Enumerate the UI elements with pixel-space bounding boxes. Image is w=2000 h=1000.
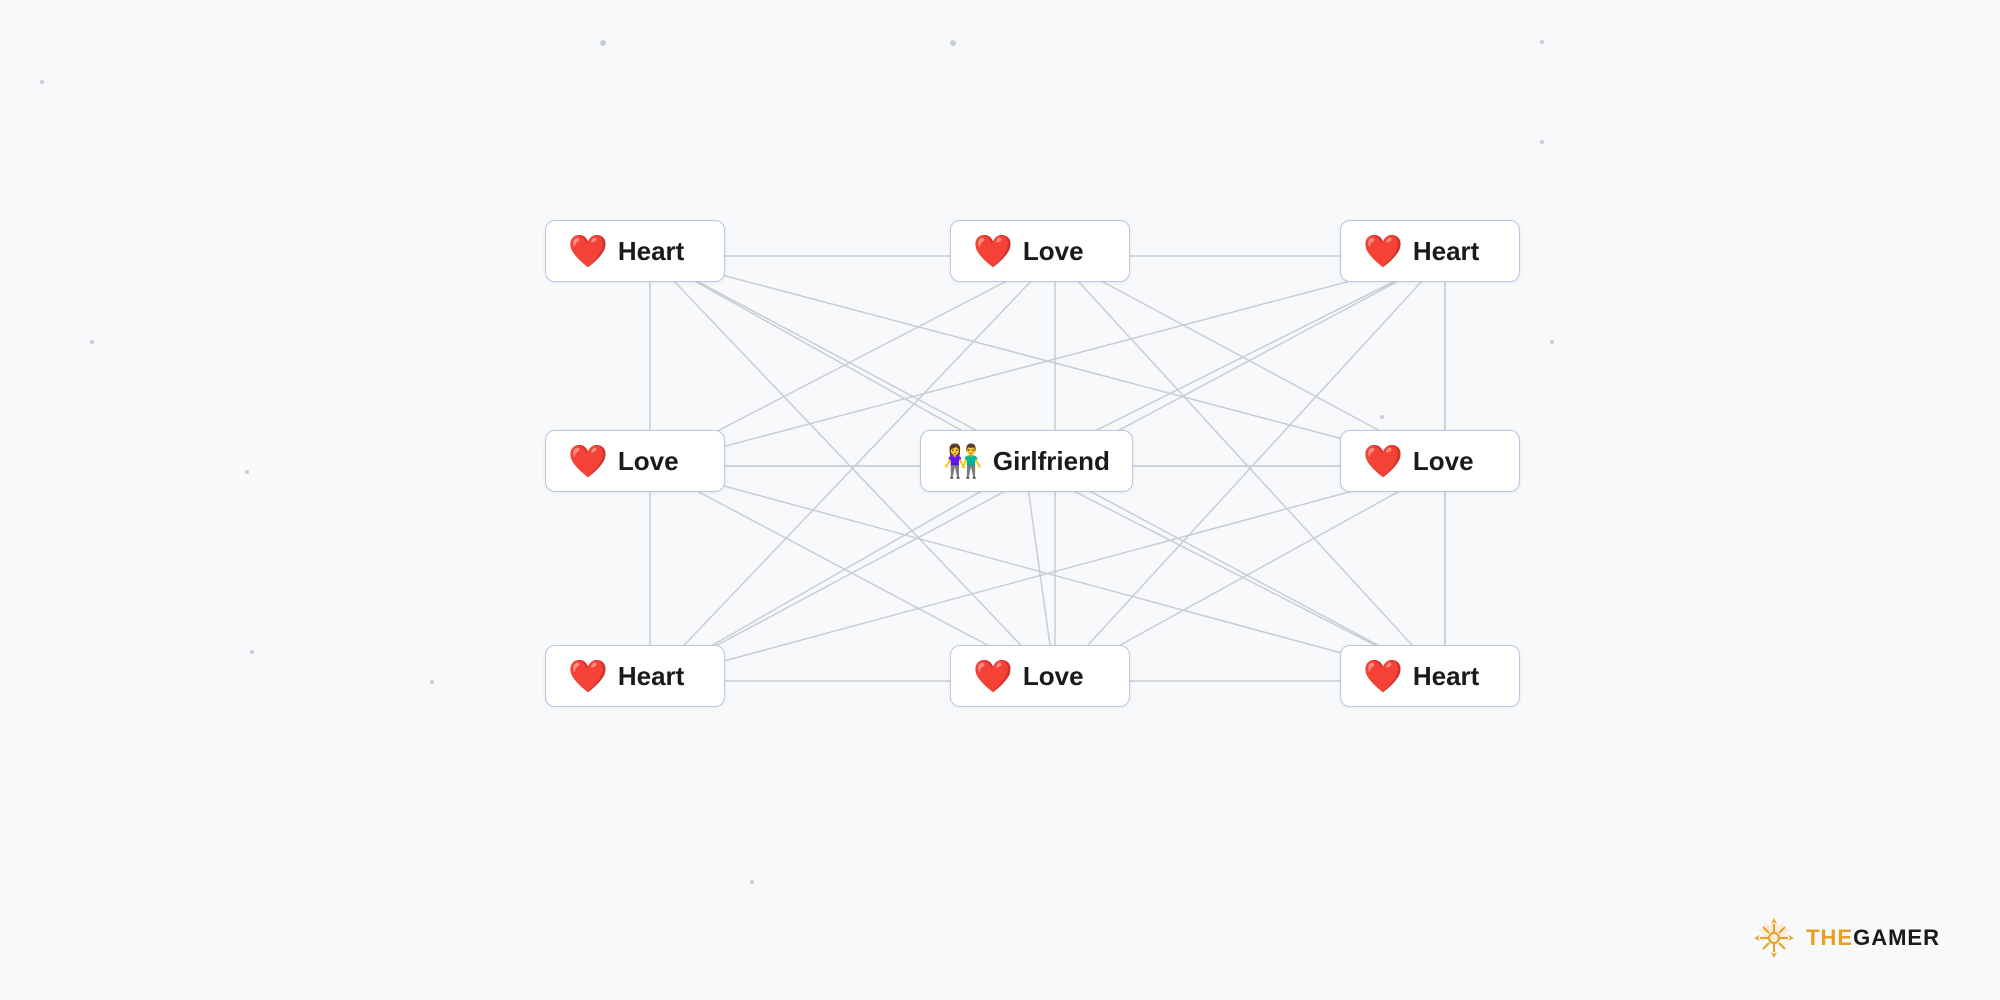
node-n4[interactable]: ❤️ Love: [545, 430, 725, 492]
node-label: Girlfriend: [993, 446, 1110, 477]
heart-icon: ❤️: [973, 235, 1013, 267]
node-label: Love: [1413, 446, 1474, 477]
node-label: Heart: [1413, 661, 1479, 692]
couple-icon: 👫: [943, 445, 983, 477]
decorative-dot: [1380, 415, 1384, 419]
decorative-dot: [90, 340, 94, 344]
node-label: Love: [1023, 661, 1084, 692]
node-label: Heart: [618, 236, 684, 267]
heart-icon: ❤️: [1363, 660, 1403, 692]
node-label: Love: [1023, 236, 1084, 267]
brand-logo: THEGAMER: [1752, 916, 1940, 960]
decorative-dot: [750, 880, 754, 884]
node-n3[interactable]: ❤️ Heart: [1340, 220, 1520, 282]
node-n8[interactable]: ❤️ Love: [950, 645, 1130, 707]
node-label: Heart: [618, 661, 684, 692]
heart-icon: ❤️: [568, 660, 608, 692]
brand-gamer: GAMER: [1853, 925, 1940, 950]
heart-icon: ❤️: [568, 235, 608, 267]
brand-the: THE: [1806, 925, 1853, 950]
heart-icon: ❤️: [973, 660, 1013, 692]
decorative-dot: [1540, 40, 1544, 44]
decorative-dot: [1550, 340, 1554, 344]
decorative-dot: [600, 40, 606, 46]
decorative-dot: [430, 680, 434, 684]
node-label: Heart: [1413, 236, 1479, 267]
heart-icon: ❤️: [1363, 445, 1403, 477]
background-dots: [0, 0, 2000, 1000]
decorative-dot: [245, 470, 249, 474]
node-n2[interactable]: ❤️ Love: [950, 220, 1130, 282]
node-label: Love: [618, 446, 679, 477]
node-n5[interactable]: 👫 Girlfriend: [920, 430, 1133, 492]
decorative-dot: [250, 650, 254, 654]
thegamer-icon: [1752, 916, 1796, 960]
decorative-dot: [1540, 140, 1544, 144]
heart-icon: ❤️: [1363, 235, 1403, 267]
brand-text: THEGAMER: [1806, 925, 1940, 951]
connection-lines: [0, 0, 2000, 1000]
node-n1[interactable]: ❤️ Heart: [545, 220, 725, 282]
node-n9[interactable]: ❤️ Heart: [1340, 645, 1520, 707]
node-n7[interactable]: ❤️ Heart: [545, 645, 725, 707]
decorative-dot: [950, 40, 956, 46]
decorative-dot: [40, 80, 44, 84]
node-n6[interactable]: ❤️ Love: [1340, 430, 1520, 492]
heart-icon: ❤️: [568, 445, 608, 477]
